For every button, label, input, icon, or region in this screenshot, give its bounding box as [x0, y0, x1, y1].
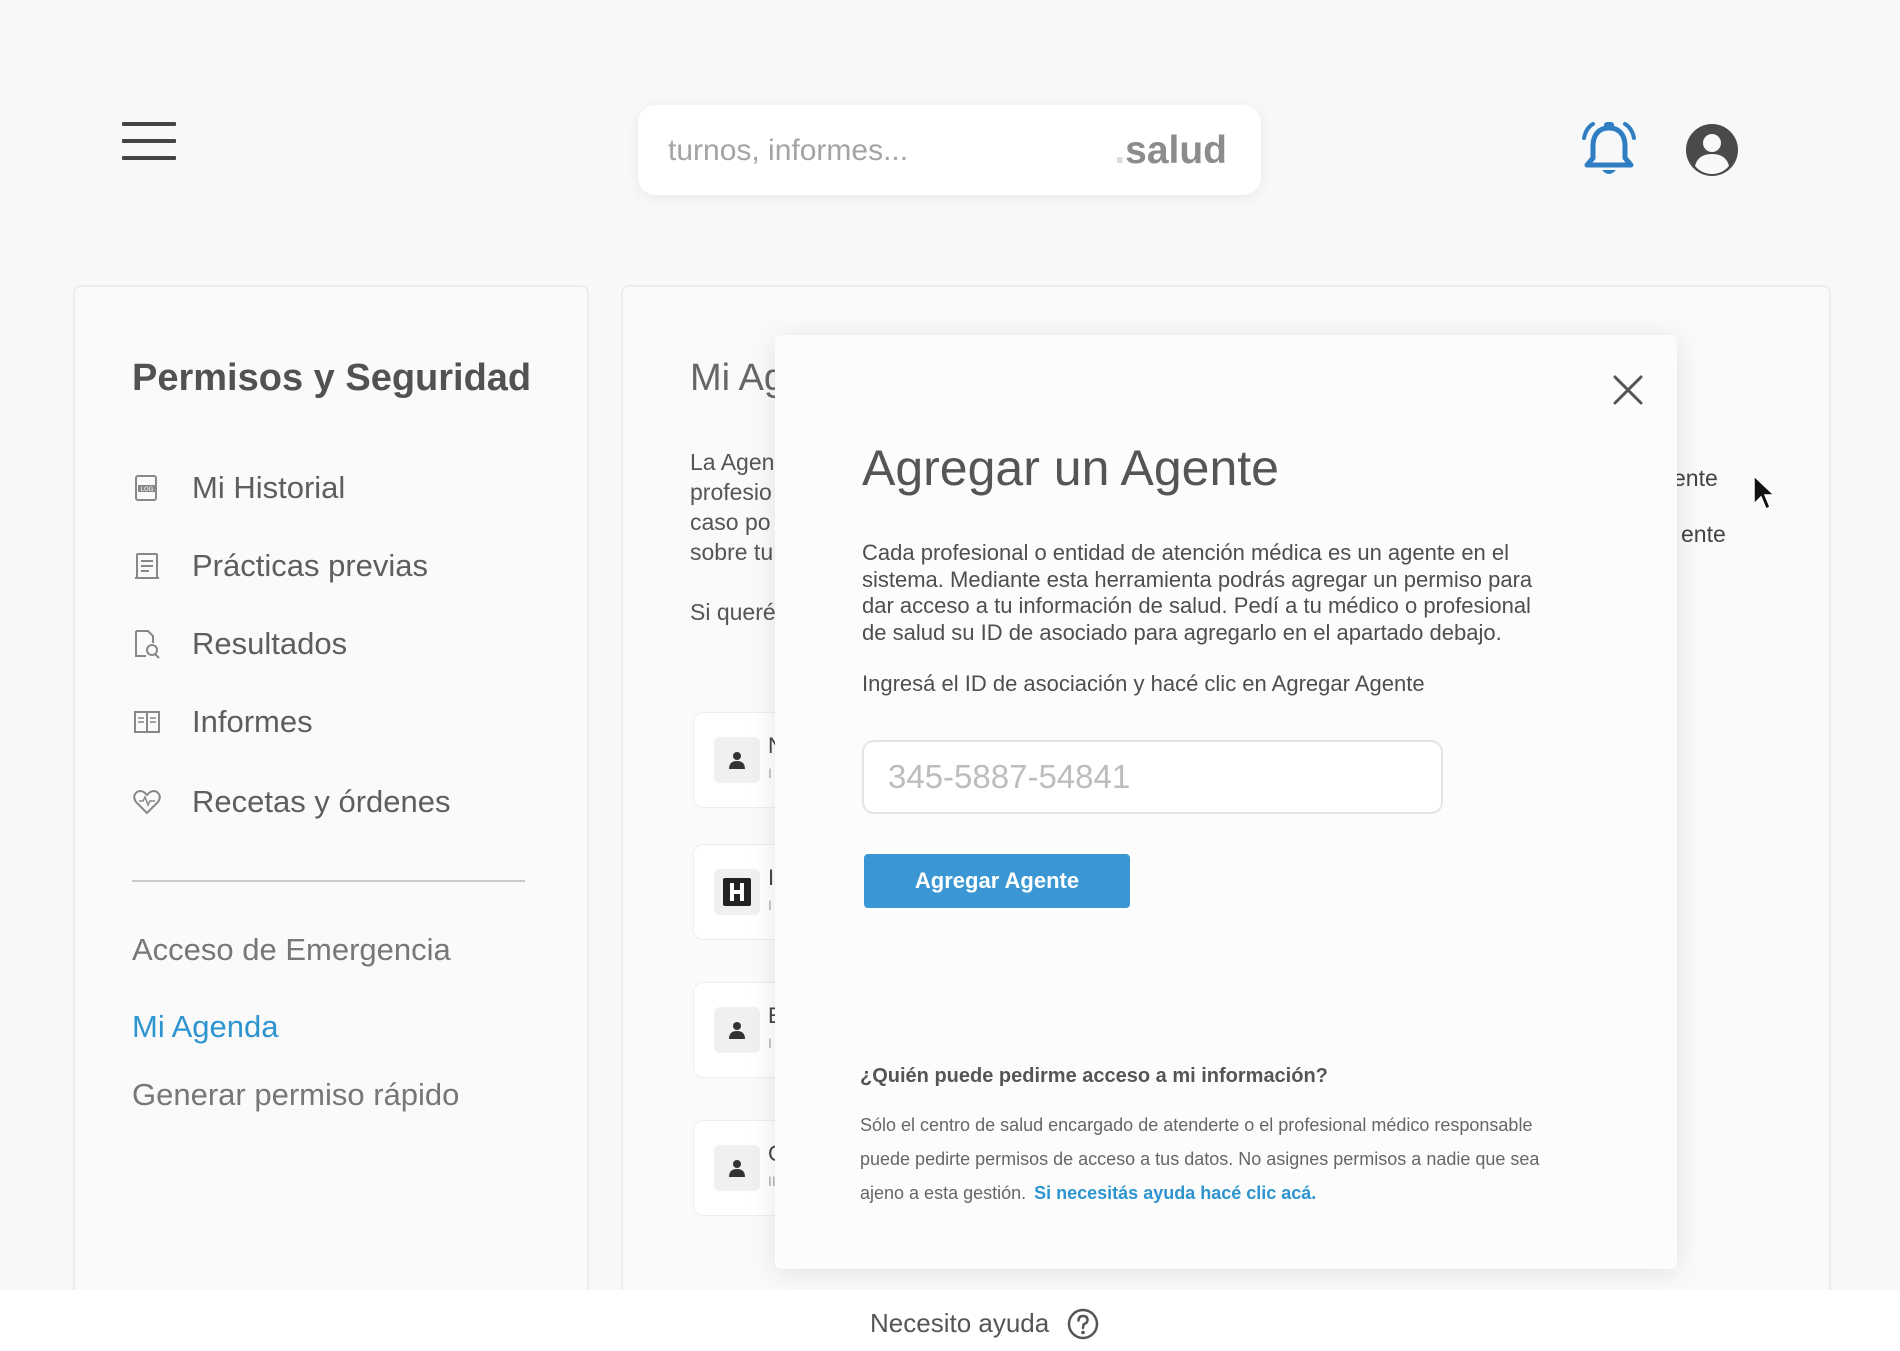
brand-name: salud: [1125, 129, 1227, 172]
help-link[interactable]: Si necesitás ayuda hacé clic acá.: [1034, 1183, 1316, 1203]
agent-id-input[interactable]: [862, 740, 1443, 814]
partial-text: ente: [1681, 521, 1726, 547]
sidebar-title: Permisos y Seguridad: [132, 357, 532, 399]
page-title: Mi Agenda: [690, 357, 780, 399]
heart-pulse-icon: [132, 787, 162, 817]
help-link-footer[interactable]: Necesito ayuda: [870, 1308, 1049, 1339]
sidebar-item-label: Mi Historial: [192, 470, 346, 505]
partial-text: ente: [1673, 465, 1718, 491]
sidebar-item-label: Prácticas previas: [192, 548, 429, 583]
desc-line: caso po: [690, 509, 771, 535]
hamburger-line: [122, 139, 176, 143]
modal-title: Agregar un Agente: [862, 440, 1279, 496]
hospital-icon: [714, 869, 760, 915]
person-icon: [714, 1007, 760, 1053]
person-icon: [714, 737, 760, 783]
agent-sub: I: [768, 765, 772, 781]
faq-answer: Sólo el centro de salud encargado de ate…: [860, 1108, 1580, 1210]
hamburger-line: [122, 122, 176, 126]
sidebar-link-generar-permiso[interactable]: Generar permiso rápido: [132, 1077, 459, 1113]
agent-name: I: [768, 865, 775, 890]
sidebar-item-label: Resultados: [192, 626, 348, 661]
notification-bell-icon[interactable]: [1580, 120, 1638, 180]
sidebar-item-resultados[interactable]: Resultados: [132, 623, 347, 665]
desc-line: La Agen: [690, 449, 775, 475]
svg-text:LOG: LOG: [141, 486, 154, 493]
sidebar-link-mi-agenda[interactable]: Mi Agenda: [132, 1009, 279, 1045]
sidebar-item-recetas-ordenes[interactable]: Recetas y órdenes: [132, 781, 450, 823]
brand-dot: .: [1114, 129, 1126, 172]
desc-line: sobre tu: [690, 539, 774, 565]
agent-sub: I: [768, 897, 772, 913]
person-icon: [714, 1145, 760, 1191]
main-description: La Agen profesio caso po sobre tu: [690, 447, 780, 567]
brand-logo: .salud: [1114, 129, 1227, 173]
mouse-cursor-icon: [1753, 474, 1776, 511]
sidebar-item-informes[interactable]: Informes: [132, 701, 313, 743]
modal-instruction: Ingresá el ID de asociación y hacé clic …: [862, 671, 1425, 696]
log-file-icon: LOG: [132, 473, 162, 503]
sidebar-item-mi-historial[interactable]: LOG Mi Historial: [132, 467, 345, 509]
add-agent-modal: Agregar un Agente Cada profesional o ent…: [775, 335, 1677, 1269]
search-bar: .salud: [638, 105, 1261, 195]
user-avatar-icon[interactable]: [1684, 122, 1740, 178]
document-search-icon: [132, 629, 162, 659]
sidebar-panel: Permisos y Seguridad LOG Mi Historial Pr…: [73, 285, 589, 1351]
modal-description: Cada profesional o entidad de atención m…: [862, 540, 1533, 645]
search-input[interactable]: [668, 129, 1088, 173]
hamburger-line: [122, 156, 176, 160]
sidebar-item-practicas-previas[interactable]: Prácticas previas: [132, 545, 428, 587]
faq-question: ¿Quién puede pedirme acceso a mi informa…: [860, 1065, 1328, 1087]
clipboard-list-icon: [132, 551, 162, 581]
book-icon: [132, 707, 162, 737]
sidebar-divider: [132, 880, 525, 882]
add-agent-button[interactable]: Agregar Agente: [864, 854, 1130, 908]
agent-sub: I: [768, 1035, 772, 1051]
main-description-2: Si querés: [690, 599, 780, 625]
close-icon[interactable]: [1609, 371, 1647, 409]
hamburger-menu-icon[interactable]: [122, 122, 176, 162]
desc-line: profesio: [690, 479, 772, 505]
sidebar-item-label: Informes: [192, 704, 313, 739]
sidebar-link-acceso-emergencia[interactable]: Acceso de Emergencia: [132, 932, 451, 968]
question-circle-icon[interactable]: [1067, 1308, 1099, 1340]
sidebar-item-label: Recetas y órdenes: [192, 784, 451, 819]
